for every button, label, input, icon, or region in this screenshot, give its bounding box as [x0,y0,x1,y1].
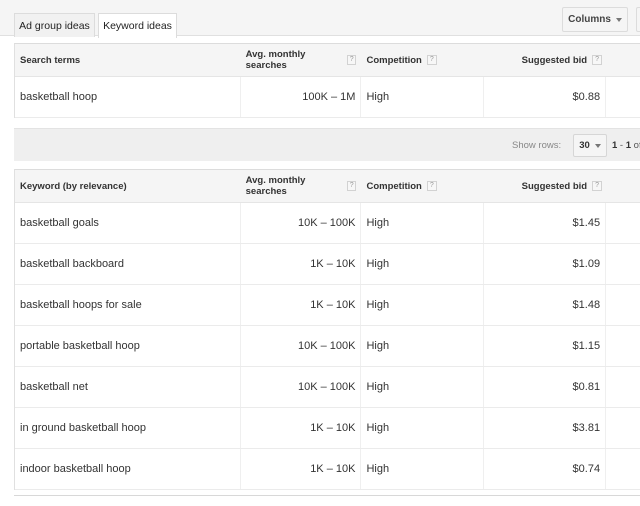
columns-button-label: Columns [568,14,611,25]
help-icon[interactable]: ? [347,181,357,191]
cell-avg-searches: 10K – 100K [241,326,362,366]
cell-suggested-bid: $0.88 [484,77,607,117]
cell-competition: High [361,408,485,448]
cell-competition: High [361,326,485,366]
tab-keyword-ideas[interactable]: Keyword ideas [98,13,177,38]
header-label: Suggested bid [521,180,588,192]
cell-extra [606,449,640,489]
cell-extra [606,203,640,243]
header-label: Suggested bid [521,54,588,66]
cell-competition: High [361,367,485,407]
cell-keyword: basketball goals [15,203,241,243]
cell-suggested-bid: $0.74 [484,449,607,489]
header-avg-monthly-searches[interactable]: Avg. monthly searches? [241,170,362,202]
range-sep: - [617,140,626,151]
table-row[interactable]: indoor basketball hoop 1K – 10K High $0.… [15,449,640,490]
header-search-terms[interactable]: Search terms [15,44,241,76]
header-label: Keyword (by relevance) [20,180,127,192]
header-keyword[interactable]: Keyword (by relevance) [15,170,241,202]
cell-keyword: basketball backboard [15,244,241,284]
header-label: Competition [366,54,422,66]
range-of: of [633,140,640,151]
cell-suggested-bid: $0.81 [484,367,607,407]
cell-avg-searches: 10K – 100K [241,203,362,243]
help-icon[interactable]: ? [592,181,603,191]
header-suggested-bid[interactable]: Suggested bid? [484,44,606,76]
table-row[interactable]: basketball backboard 1K – 10K High $1.09 [15,244,640,285]
cell-keyword: basketball net [15,367,241,407]
header-avg-monthly-searches[interactable]: Avg. monthly searches? [241,44,362,76]
show-rows-label: Show rows: [512,140,562,151]
table-row[interactable]: basketball goals 10K – 100K High $1.45 [15,203,640,244]
table-bottom-edge [14,493,640,496]
tab-ad-group-ideas[interactable]: Ad group ideas [14,13,95,37]
cell-extra [606,367,640,407]
header-extra [606,170,640,202]
cell-suggested-bid: $1.48 [484,285,607,325]
cell-term: basketball hoop [15,77,241,117]
cell-competition: High [361,244,485,284]
cell-extra [606,326,640,366]
table-row[interactable]: basketball hoops for sale 1K – 10K High … [15,285,640,326]
cell-competition: High [361,449,485,489]
rows-per-page-select[interactable]: 30 [573,134,607,157]
cell-suggested-bid: $1.09 [484,244,607,284]
cell-extra [606,77,640,117]
rows-per-page-value: 30 [579,140,590,151]
caret-down-icon [615,18,622,22]
caret-down-icon [594,144,601,148]
cell-avg-searches: 1K – 10K [241,244,362,284]
cell-keyword: basketball hoops for sale [15,285,241,325]
toolbar-button-partial[interactable] [636,7,640,32]
tab-bar: Ad group ideas Keyword ideas Columns [0,0,640,38]
cell-suggested-bid: $1.45 [484,203,607,243]
header-label: Search terms [20,54,81,66]
header-label: Avg. monthly searches [245,175,306,197]
table-row[interactable]: basketball hoop 100K – 1M High $0.88 [15,77,640,118]
cell-avg-searches: 100K – 1M [241,77,362,117]
help-icon[interactable]: ? [426,181,437,191]
cell-avg-searches: 1K – 10K [241,285,362,325]
cell-suggested-bid: $1.15 [484,326,607,366]
search-terms-table: Search terms Avg. monthly searches? Comp… [14,43,640,118]
columns-button[interactable]: Columns [562,7,628,32]
cell-extra [606,285,640,325]
cell-competition: High [361,285,485,325]
table-row[interactable]: basketball net 10K – 100K High $0.81 [15,367,640,408]
table-row[interactable]: in ground basketball hoop 1K – 10K High … [15,408,640,449]
keyword-ideas-table: Keyword (by relevance) Avg. monthly sear… [14,169,640,490]
table-header-row: Search terms Avg. monthly searches? Comp… [15,44,640,77]
cell-suggested-bid: $3.81 [484,408,607,448]
header-competition[interactable]: Competition? [361,44,484,76]
help-icon[interactable]: ? [426,55,437,65]
cell-competition: High [361,77,485,117]
cell-avg-searches: 1K – 10K [241,408,362,448]
header-suggested-bid[interactable]: Suggested bid? [484,170,606,202]
header-extra [606,44,640,76]
cell-extra [606,408,640,448]
cell-keyword: in ground basketball hoop [15,408,241,448]
header-competition[interactable]: Competition? [361,170,484,202]
header-label: Avg. monthly searches [245,49,306,71]
pagination-bar: Show rows: 30 1 - 1 of 1 ke [14,128,640,161]
cell-keyword: portable basketball hoop [15,326,241,366]
header-label: Competition [366,180,422,192]
table-row[interactable]: portable basketball hoop 10K – 100K High… [15,326,640,367]
cell-avg-searches: 10K – 100K [241,367,362,407]
cell-extra [606,244,640,284]
pagination-range: 1 - 1 of 1 ke [612,140,640,151]
cell-avg-searches: 1K – 10K [241,449,362,489]
cell-keyword: indoor basketball hoop [15,449,241,489]
help-icon[interactable]: ? [592,55,603,65]
cell-competition: High [361,203,485,243]
table-header-row: Keyword (by relevance) Avg. monthly sear… [15,170,640,203]
help-icon[interactable]: ? [347,55,357,65]
